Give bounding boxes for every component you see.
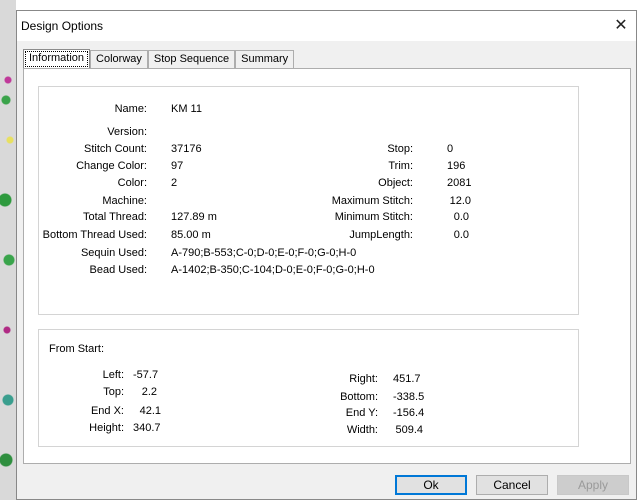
stitch-count-value: 37176 (171, 143, 202, 155)
top-label: Top: (103, 386, 124, 398)
stop-label: Stop: (387, 143, 413, 155)
information-panel: Name: KM 11 Version: Stitch Count: 37176… (23, 68, 631, 464)
title-bar: Design Options ✕ (17, 11, 636, 41)
maximum-stitch-label: Maximum Stitch: (331, 195, 413, 207)
tab-information[interactable]: Information (23, 49, 91, 69)
color-label: Color: (117, 177, 147, 189)
top-value: 2.2 (141, 386, 157, 398)
width-value: 509.4 (395, 424, 423, 436)
end-x-value: 42.1 (139, 405, 161, 417)
left-value: -57.7 (133, 369, 159, 381)
total-thread-value: 127.89 m (171, 211, 217, 223)
tab-summary[interactable]: Summary (235, 50, 295, 69)
height-label: Height: (89, 422, 124, 434)
color-value: 2 (171, 177, 178, 189)
design-options-dialog: Design Options ✕ Information Colorway St… (16, 10, 637, 500)
sequin-used-value: A-790;B-553;C-0;D-0;E-0;F-0;G-0;H-0 (171, 247, 357, 259)
total-thread-label: Total Thread: (82, 211, 147, 223)
tab-stop-sequence[interactable]: Stop Sequence (147, 50, 236, 69)
from-start-group: From Start: Left: -57.7 Top: 2.2 End X: … (38, 329, 579, 447)
from-start-heading: From Start: (49, 343, 105, 355)
end-y-label: End Y: (345, 407, 378, 419)
object-label: Object: (378, 177, 413, 189)
background-embroidery (0, 0, 16, 500)
design-info-group: Name: KM 11 Version: Stitch Count: 37176… (38, 86, 579, 315)
jump-length-label: JumpLength: (349, 229, 413, 241)
right-label: Right: (349, 373, 378, 385)
jump-length-value: 0.0 (453, 229, 469, 241)
height-value: 340.7 (133, 422, 161, 434)
minimum-stitch-value: 0.0 (453, 211, 469, 223)
left-label: Left: (102, 369, 124, 381)
machine-label: Machine: (102, 195, 147, 207)
end-x-label: End X: (90, 405, 124, 417)
stop-value: 0 (447, 143, 454, 155)
close-icon[interactable]: ✕ (610, 15, 632, 37)
bead-used-label: Bead Used: (89, 264, 147, 276)
ok-button[interactable]: Ok (395, 475, 467, 495)
trim-label: Trim: (388, 160, 413, 172)
version-label: Version: (107, 126, 147, 138)
name-label: Name: (114, 103, 147, 115)
maximum-stitch-value: 12.0 (449, 195, 471, 207)
bottom-value: -338.5 (393, 391, 425, 403)
apply-button[interactable]: Apply (557, 475, 629, 495)
change-color-label: Change Color: (76, 160, 147, 172)
right-value: 451.7 (393, 373, 421, 385)
bottom-label: Bottom: (340, 391, 378, 403)
window-title: Design Options (21, 19, 104, 33)
end-y-value: -156.4 (393, 407, 425, 419)
bead-used-value: A-1402;B-350;C-104;D-0;E-0;F-0;G-0;H-0 (171, 264, 375, 276)
minimum-stitch-label: Minimum Stitch: (334, 211, 413, 223)
trim-value: 196 (447, 160, 466, 172)
cancel-button[interactable]: Cancel (476, 475, 548, 495)
tab-colorway[interactable]: Colorway (90, 50, 148, 69)
change-color-value: 97 (171, 160, 184, 172)
bottom-thread-value: 85.00 m (171, 229, 211, 241)
object-value: 2081 (447, 177, 472, 189)
bottom-thread-label: Bottom Thread Used: (42, 229, 147, 241)
tab-strip: Information Colorway Stop Sequence Summa… (23, 49, 295, 69)
stitch-count-label: Stitch Count: (84, 143, 147, 155)
sequin-used-label: Sequin Used: (80, 247, 147, 259)
button-bar: Ok Cancel Apply (17, 467, 636, 500)
name-value: KM 11 (171, 103, 202, 115)
width-label: Width: (346, 424, 378, 436)
